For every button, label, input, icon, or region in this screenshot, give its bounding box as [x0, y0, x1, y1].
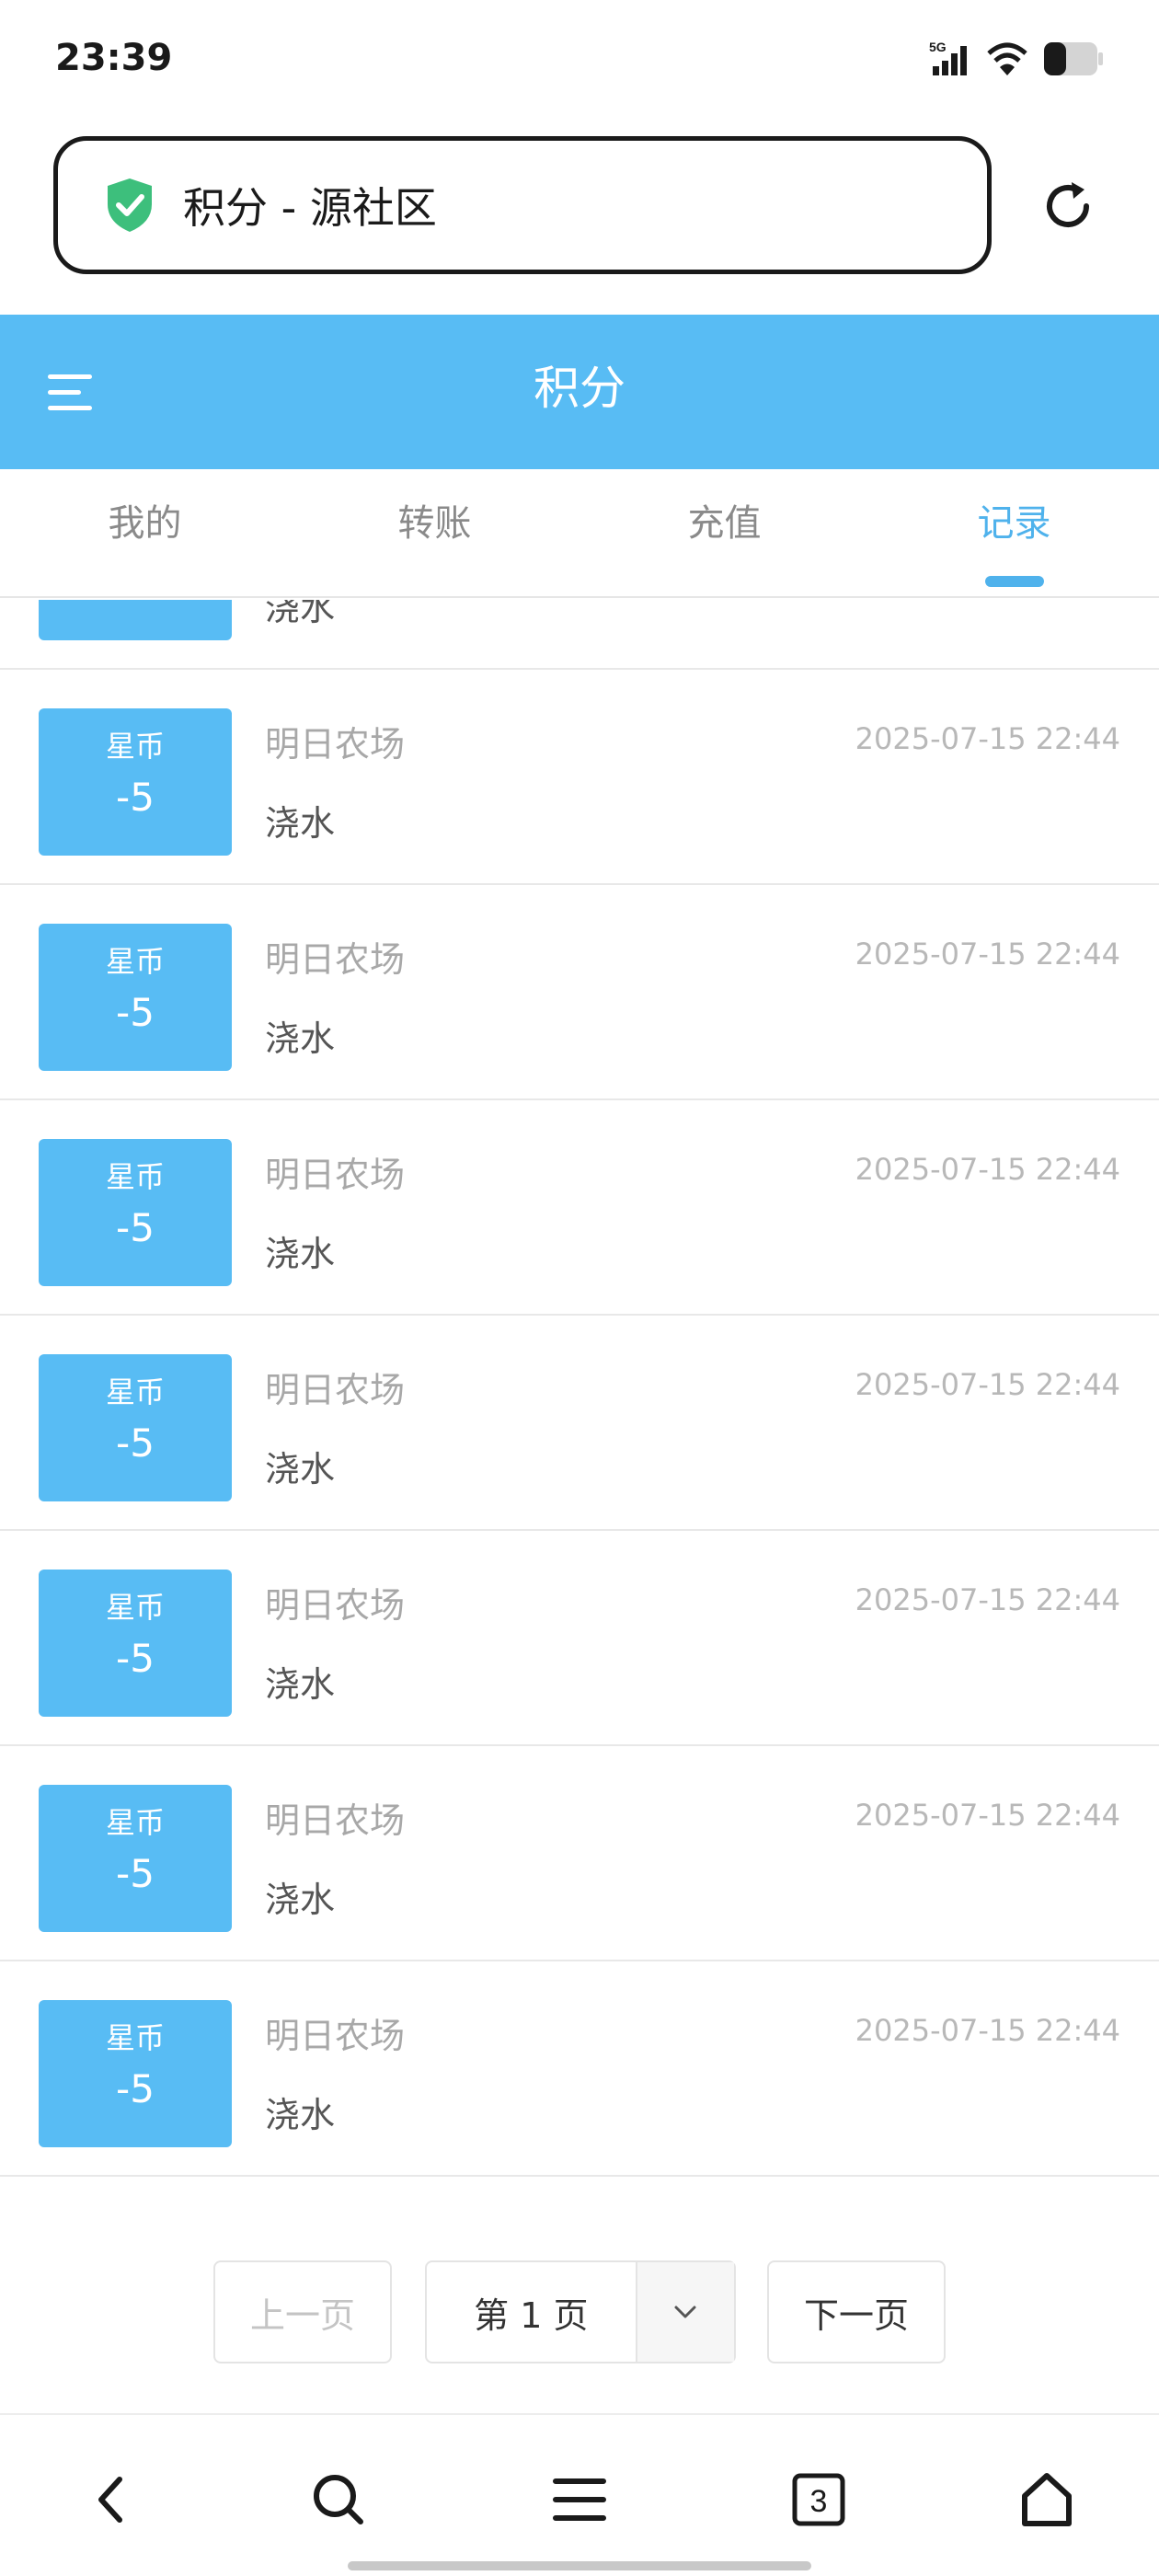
tab-label: 充值: [687, 502, 762, 545]
tab-transfer[interactable]: 转账: [290, 469, 580, 596]
reload-icon: [1047, 182, 1089, 227]
active-tab-indicator: [984, 576, 1044, 587]
record-source: 明日农场: [265, 1800, 406, 1841]
home-icon: [1022, 2473, 1072, 2526]
back-icon: [98, 2477, 122, 2523]
amount-badge: 星币 -5: [39, 2000, 232, 2147]
currency-label: 星币: [105, 944, 165, 979]
back-button[interactable]: [74, 2463, 147, 2536]
amount-badge: 星币 -5: [39, 1354, 232, 1501]
status-icons: 5G: [929, 39, 1104, 79]
amount-value: -5: [116, 775, 155, 820]
tab-records[interactable]: 记录: [869, 469, 1159, 596]
record-source: 明日农场: [265, 1370, 406, 1410]
currency-label: 星币: [105, 1159, 165, 1194]
currency-label: 星币: [105, 1590, 165, 1625]
record-action: 浇水: [265, 1018, 336, 1059]
signal-icon: 5G: [929, 40, 967, 75]
record-time: 2025-07-15 22:44: [855, 1152, 1120, 1187]
currency-label: 星币: [105, 2020, 165, 2055]
reload-button[interactable]: [1035, 173, 1101, 239]
record-action: 浇水: [265, 2095, 336, 2135]
tab-bar: 我的 转账 充值 记录: [0, 469, 1159, 598]
tabs-button[interactable]: 3: [782, 2463, 855, 2536]
address-text: 积分 - 源社区: [183, 183, 437, 233]
record-time: 2025-07-15 22:44: [855, 1798, 1120, 1833]
amount-value: -5: [39, 600, 232, 604]
current-page-label: 第 1 页: [474, 2294, 589, 2336]
home-button[interactable]: [1010, 2463, 1084, 2536]
amount-badge: 星币 -5: [39, 924, 232, 1071]
browser-address-row: 积分 - 源社区: [0, 120, 1159, 315]
record-action: 浇水: [265, 1449, 336, 1489]
prev-page-button[interactable]: 上一页: [213, 2260, 392, 2363]
network-label: 5G: [929, 40, 947, 54]
list-item: 星币 -5 明日农场 2025-07-15 22:44 浇水: [0, 1961, 1159, 2177]
record-source: 明日农场: [265, 1585, 406, 1626]
search-icon: [314, 2475, 363, 2524]
address-bar[interactable]: 积分 - 源社区: [53, 136, 992, 274]
amount-value: -5: [116, 1420, 155, 1466]
tab-label: 我的: [108, 502, 182, 545]
record-time: 2025-07-15 22:44: [855, 1582, 1120, 1617]
record-source: 明日农场: [265, 2016, 406, 2056]
amount-badge: 星币 -5: [39, 708, 232, 856]
record-action: 浇水: [265, 600, 336, 628]
amount-value: -5: [116, 990, 155, 1035]
list-item: 星币 -5 明日农场 2025-07-15 22:44 浇水: [0, 670, 1159, 885]
amount-value: -5: [116, 1205, 155, 1250]
record-action: 浇水: [265, 803, 336, 844]
amount-value: -5: [116, 1851, 155, 1896]
amount-value: -5: [116, 2066, 155, 2111]
tab-recharge[interactable]: 充值: [580, 469, 869, 596]
page-title: 积分: [534, 362, 625, 415]
pagination: 上一页 第 1 页 下一页: [0, 2213, 1159, 2415]
list-item: 星币 -5 明日农场 2025-07-15 22:44 浇水: [0, 1316, 1159, 1531]
records-list: 星币 -5 浇水 星币 -5 明日农场 2025-07-15 22:44 浇水 …: [0, 600, 1159, 2210]
tabs-icon: 3: [792, 2473, 845, 2526]
shield-check-icon: [108, 178, 152, 232]
record-time: 2025-07-15 22:44: [855, 721, 1120, 756]
wifi-icon: [987, 42, 1027, 75]
record-action: 浇水: [265, 1234, 336, 1274]
tab-count: 3: [810, 2484, 828, 2519]
chevron-down-icon: [635, 2262, 734, 2362]
amount-badge: 星币 -5: [39, 1139, 232, 1286]
next-page-button[interactable]: 下一页: [767, 2260, 946, 2363]
status-bar: 23:39 5G: [0, 0, 1159, 120]
battery-icon: [1044, 42, 1103, 75]
list-item: 星币 -5 明日农场 2025-07-15 22:44 浇水: [0, 1531, 1159, 1746]
amount-value: -5: [116, 1636, 155, 1681]
menu-icon: [553, 2478, 606, 2521]
record-source: 明日农场: [265, 939, 406, 980]
currency-label: 星币: [105, 1805, 165, 1840]
record-action: 浇水: [265, 1880, 336, 1920]
tab-label: 转账: [397, 502, 472, 545]
tab-mine[interactable]: 我的: [0, 469, 290, 596]
browser-bottom-nav: 3: [0, 2417, 1159, 2576]
page-select[interactable]: 第 1 页: [425, 2260, 736, 2363]
currency-label: 星币: [105, 729, 165, 764]
amount-badge: 星币 -5: [39, 600, 232, 640]
status-time: 23:39: [55, 37, 173, 79]
tab-label: 记录: [977, 502, 1051, 545]
record-source: 明日农场: [265, 1155, 406, 1195]
app-header: 积分: [0, 315, 1159, 469]
record-time: 2025-07-15 22:44: [855, 1367, 1120, 1402]
record-action: 浇水: [265, 1664, 336, 1705]
browser-menu-button[interactable]: [543, 2463, 616, 2536]
amount-badge: 星币 -5: [39, 1785, 232, 1932]
list-item: 星币 -5 明日农场 2025-07-15 22:44 浇水: [0, 885, 1159, 1100]
home-indicator[interactable]: [348, 2561, 811, 2570]
record-time: 2025-07-15 22:44: [855, 937, 1120, 972]
amount-badge: 星币 -5: [39, 1570, 232, 1717]
record-time: 2025-07-15 22:44: [855, 2013, 1120, 2048]
search-button[interactable]: [302, 2463, 375, 2536]
list-item: 星币 -5 明日农场 2025-07-15 22:44 浇水: [0, 1100, 1159, 1316]
list-item: 星币 -5 明日农场 2025-07-15 22:44 浇水: [0, 1746, 1159, 1961]
currency-label: 星币: [105, 1374, 165, 1409]
list-item: 星币 -5 浇水: [0, 600, 1159, 670]
record-source: 明日农场: [265, 724, 406, 765]
